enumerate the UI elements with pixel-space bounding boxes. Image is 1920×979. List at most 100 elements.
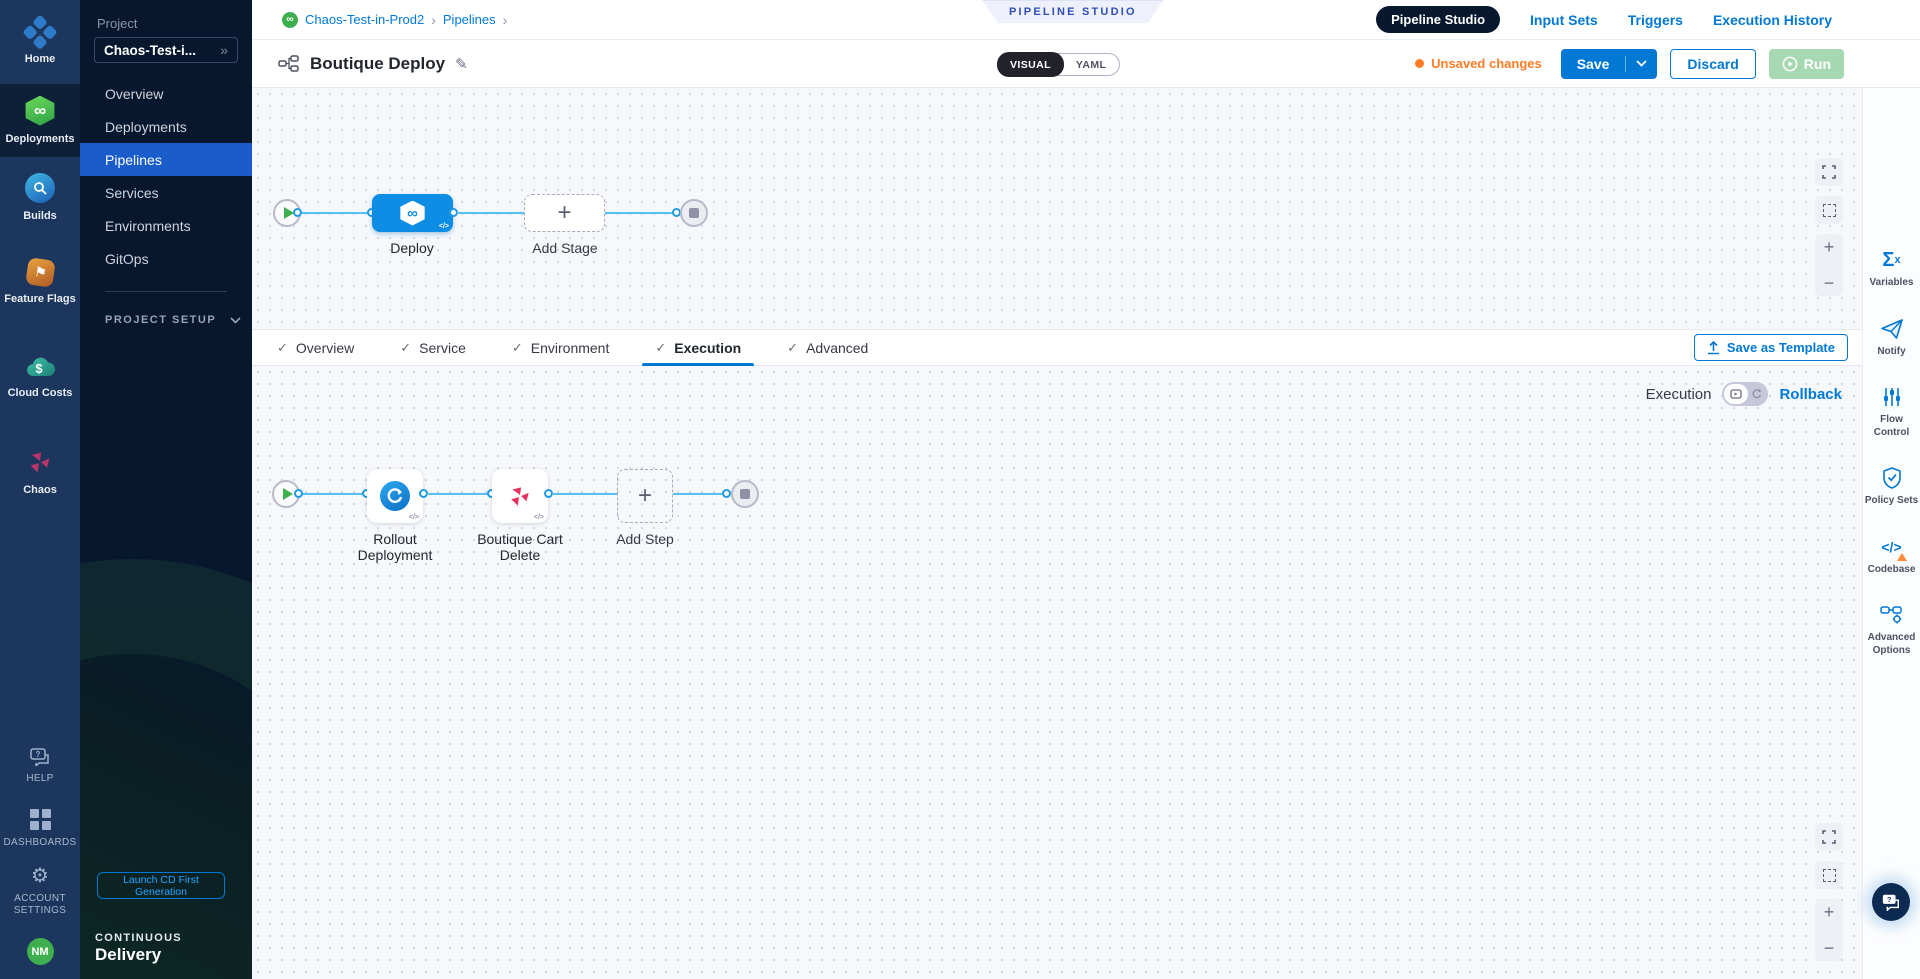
upload-icon bbox=[1707, 341, 1720, 355]
nav-cloud-costs[interactable]: $ Cloud Costs bbox=[0, 342, 80, 412]
step-node-rollout-deployment[interactable]: </> bbox=[367, 469, 423, 523]
flow-connector bbox=[457, 212, 524, 214]
fullscreen-button[interactable] bbox=[1815, 823, 1843, 851]
user-avatar[interactable]: NM bbox=[27, 938, 54, 965]
fit-to-screen-button[interactable] bbox=[1815, 861, 1843, 889]
tab-input-sets[interactable]: Input Sets bbox=[1530, 12, 1598, 28]
sidebar-item-overview[interactable]: Overview bbox=[80, 77, 252, 110]
nav-dashboards[interactable]: DASHBOARDS bbox=[0, 797, 80, 861]
execution-segment-icon[interactable] bbox=[1724, 384, 1748, 404]
unsaved-changes-badge: Unsaved changes bbox=[1415, 56, 1542, 71]
breadcrumb-project[interactable]: Chaos-Test-in-Prod2 bbox=[305, 12, 424, 27]
execution-rollback-toggle[interactable] bbox=[1722, 382, 1768, 406]
help-chat-fab[interactable]: ? bbox=[1872, 883, 1910, 921]
toolbar-notify[interactable]: Notify bbox=[1864, 317, 1920, 359]
project-menu: Overview Deployments Pipelines Services … bbox=[80, 77, 252, 275]
tab-triggers[interactable]: Triggers bbox=[1628, 12, 1683, 28]
help-chat-icon: ? bbox=[29, 748, 51, 766]
save-button[interactable]: Save bbox=[1561, 49, 1658, 79]
tab-advanced[interactable]: ✓ Advanced bbox=[764, 330, 891, 366]
zoom-in-button[interactable]: + bbox=[1824, 903, 1835, 921]
nav-home[interactable]: Home bbox=[0, 8, 80, 78]
cloud-costs-icon: $ bbox=[24, 354, 56, 380]
chat-bubble-icon: ? bbox=[1881, 893, 1901, 911]
nav-feature-flags[interactable]: ⚑ Feature Flags bbox=[0, 247, 80, 318]
tab-overview[interactable]: ✓ Overview bbox=[254, 330, 377, 366]
chevron-down-icon bbox=[230, 317, 241, 324]
tab-execution-history[interactable]: Execution History bbox=[1713, 12, 1832, 28]
save-as-template-button[interactable]: Save as Template bbox=[1694, 334, 1848, 361]
add-stage-label: Add Stage bbox=[505, 240, 625, 256]
visual-segment[interactable]: VISUAL bbox=[997, 52, 1064, 77]
sidebar-item-deployments[interactable]: Deployments bbox=[80, 110, 252, 143]
nav-account-settings[interactable]: ⚙ ACCOUNT SETTINGS bbox=[0, 860, 80, 928]
launch-cd-first-gen-button[interactable]: Launch CD First Generation bbox=[97, 872, 225, 899]
right-toolbar: Σx Variables Notify F bbox=[1862, 88, 1920, 979]
advanced-options-label: Advanced Options bbox=[1864, 632, 1920, 657]
main-area: ∞ Chaos-Test-in-Prod2 › Pipelines › PIPE… bbox=[252, 0, 1920, 979]
brand-watermark bbox=[80, 609, 252, 979]
chaos-icon bbox=[25, 447, 55, 477]
execution-canvas[interactable]: Execution Rollback bbox=[252, 366, 1862, 979]
execution-canvas-controls: + − bbox=[1815, 823, 1843, 961]
add-stage-node[interactable]: + bbox=[524, 194, 605, 232]
project-setup-toggle[interactable]: PROJECT SETUP bbox=[105, 314, 252, 326]
zoom-in-button[interactable]: + bbox=[1824, 238, 1835, 256]
execution-mode-switcher: Execution Rollback bbox=[1646, 382, 1842, 406]
flow-connector bbox=[427, 493, 488, 495]
discard-button[interactable]: Discard bbox=[1670, 49, 1755, 79]
pipeline-end-node[interactable] bbox=[680, 199, 708, 227]
zoom-controls: + − bbox=[1815, 899, 1843, 961]
nav-help[interactable]: ? HELP bbox=[0, 736, 80, 797]
rollback-link[interactable]: Rollback bbox=[1779, 386, 1842, 403]
fit-to-screen-button[interactable] bbox=[1815, 196, 1843, 224]
check-icon: ✓ bbox=[787, 340, 798, 356]
tab-execution[interactable]: ✓ Execution bbox=[632, 330, 764, 366]
nav-deployments[interactable]: ∞ Deployments bbox=[0, 84, 80, 158]
stage-canvas[interactable]: ∞ </> + Deploy Add Stage bbox=[252, 88, 1862, 330]
nav-chaos[interactable]: Chaos bbox=[0, 435, 80, 509]
yaml-segment[interactable]: YAML bbox=[1063, 53, 1119, 76]
stage-label: Deploy bbox=[352, 240, 472, 256]
fit-icon bbox=[1823, 869, 1836, 882]
check-icon: ✓ bbox=[400, 340, 411, 356]
tab-service[interactable]: ✓ Service bbox=[377, 330, 489, 366]
toolbar-flow-control[interactable]: Flow Control bbox=[1864, 385, 1920, 439]
tab-pipeline-studio[interactable]: Pipeline Studio bbox=[1376, 6, 1500, 33]
tab-environment[interactable]: ✓ Environment bbox=[489, 330, 633, 366]
sidebar-item-environments[interactable]: Environments bbox=[80, 209, 252, 242]
sidebar-item-pipelines[interactable]: Pipelines bbox=[80, 143, 252, 176]
expand-double-chevron-icon: » bbox=[220, 42, 228, 58]
sidebar-item-gitops[interactable]: GitOps bbox=[80, 242, 252, 275]
stage-node-deploy[interactable]: ∞ </> bbox=[372, 194, 453, 232]
toolbar-codebase[interactable]: </> Codebase bbox=[1864, 535, 1920, 577]
codebase-icon: </> bbox=[1881, 535, 1901, 559]
zoom-out-button[interactable]: − bbox=[1824, 274, 1835, 292]
toolbar-advanced-options[interactable]: Advanced Options bbox=[1864, 603, 1920, 657]
toolbar-variables[interactable]: Σx Variables bbox=[1864, 248, 1920, 290]
advanced-options-icon bbox=[1880, 603, 1904, 627]
nav-builds[interactable]: Builds bbox=[0, 161, 80, 235]
studio-tabs: Pipeline Studio Input Sets Triggers Exec… bbox=[1376, 6, 1832, 33]
sidebar-item-services[interactable]: Services bbox=[80, 176, 252, 209]
edit-pencil-icon[interactable]: ✎ bbox=[455, 55, 468, 73]
fullscreen-button[interactable] bbox=[1815, 158, 1843, 186]
save-chevron-icon[interactable] bbox=[1626, 60, 1657, 67]
module-sidebar: Home ∞ Deployments Builds ⚑ Feature Flag… bbox=[0, 0, 80, 979]
breadcrumb-pipelines[interactable]: Pipelines bbox=[443, 12, 496, 27]
variables-icon: Σx bbox=[1882, 248, 1900, 272]
breadcrumb: ∞ Chaos-Test-in-Prod2 › Pipelines › bbox=[252, 12, 507, 28]
add-step-node[interactable]: + bbox=[617, 469, 673, 523]
start-play-icon bbox=[283, 488, 293, 500]
execution-end-node[interactable] bbox=[731, 480, 759, 508]
zoom-out-button[interactable]: − bbox=[1824, 939, 1835, 957]
step-code-badge: </> bbox=[534, 514, 544, 521]
rollback-segment-icon[interactable] bbox=[1748, 384, 1766, 404]
visual-yaml-toggle[interactable]: VISUAL YAML bbox=[997, 53, 1120, 76]
pipeline-studio-ribbon: PIPELINE STUDIO bbox=[982, 0, 1164, 23]
project-selector[interactable]: Chaos-Test-i... » bbox=[94, 37, 238, 63]
flow-connector bbox=[552, 493, 617, 495]
step-node-boutique-cart-delete[interactable]: </> bbox=[492, 469, 548, 523]
toolbar-policy-sets[interactable]: Policy Sets bbox=[1864, 466, 1920, 508]
dashboards-icon bbox=[30, 809, 51, 830]
